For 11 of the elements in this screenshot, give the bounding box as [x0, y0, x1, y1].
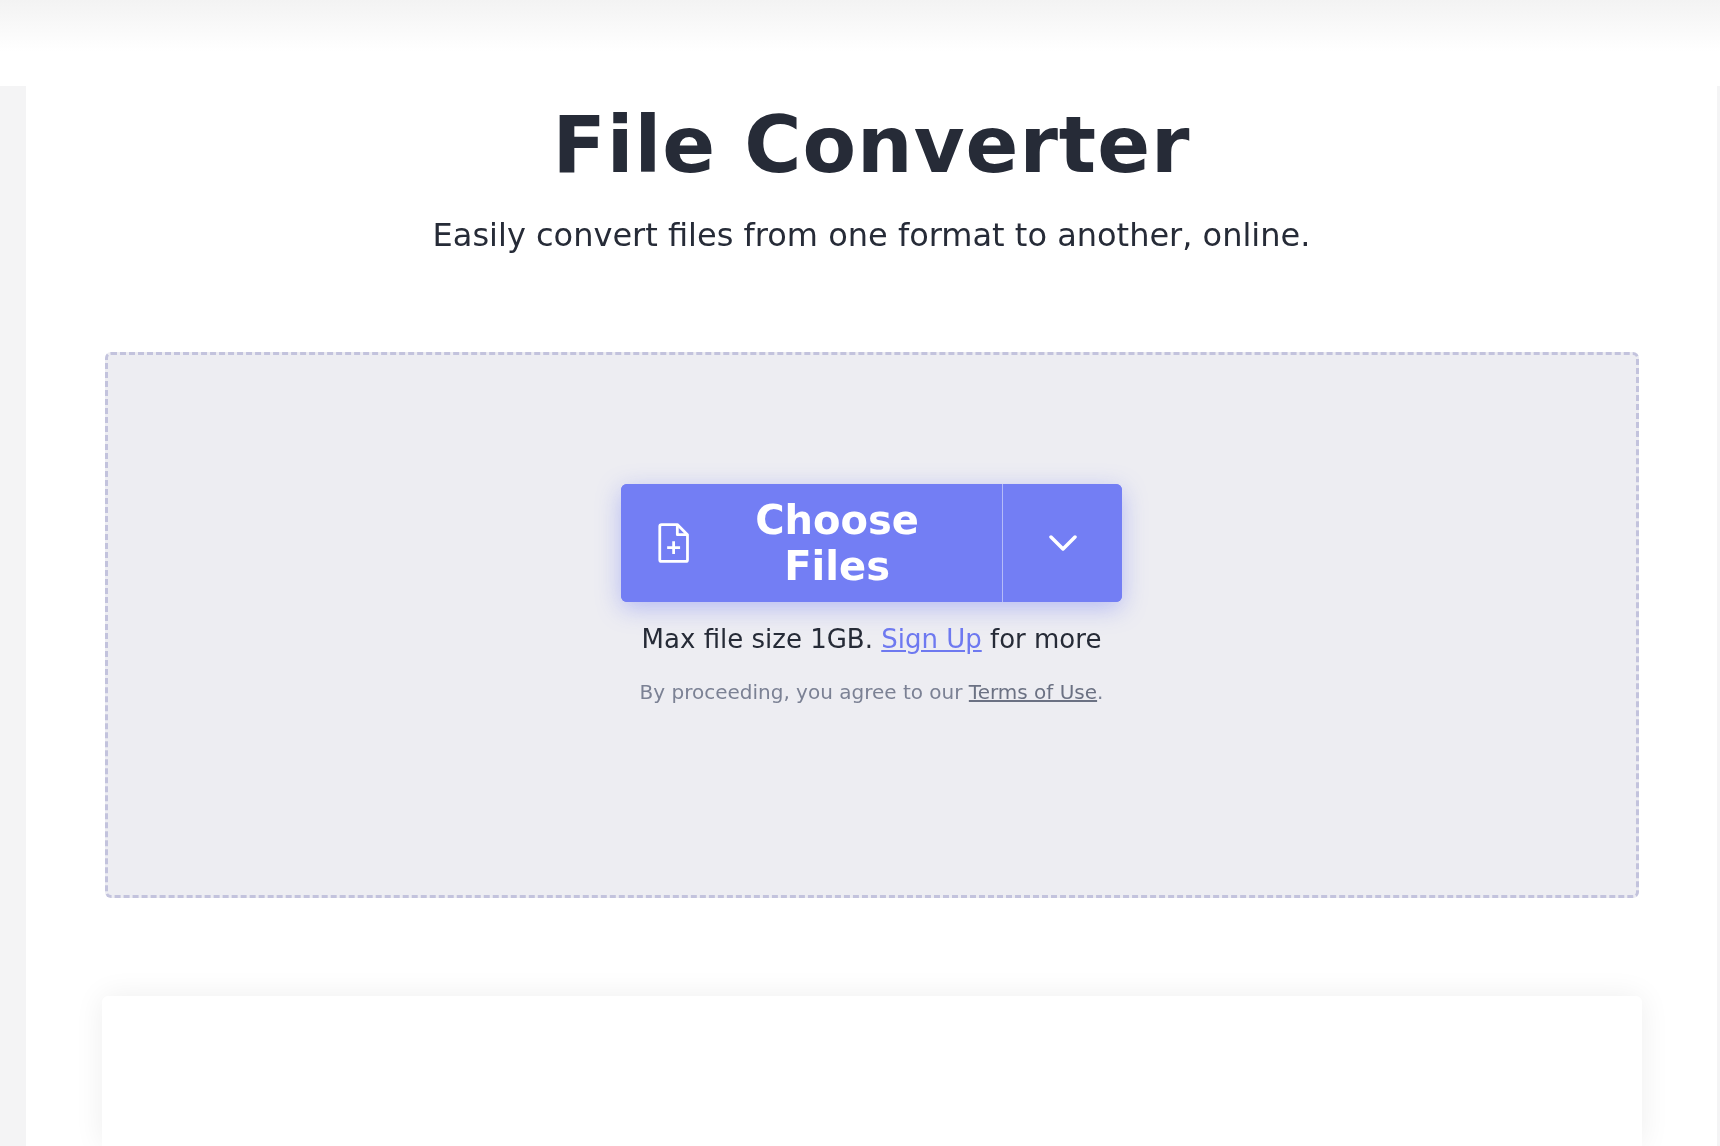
drop-zone[interactable]: Choose Files Max file size 1GB. Sign Up for more By proceeding, you agree to our Terms of Use. — [104, 352, 1639, 898]
file-add-icon — [657, 521, 691, 565]
terms-of-use-link[interactable]: Terms of Use — [968, 680, 1098, 704]
dropdown-button[interactable] — [1002, 484, 1122, 602]
page-title: File Converter — [552, 100, 1191, 190]
chevron-down-icon — [1048, 535, 1077, 551]
choose-files-button[interactable]: Choose Files — [621, 484, 1002, 602]
sign-up-link[interactable]: Sign Up — [881, 624, 982, 654]
terms-note: By proceeding, you agree to our Terms of Use. — [639, 680, 1104, 704]
page-subtitle: Easily convert files from one format to another, online. — [432, 216, 1311, 254]
file-size-note: Max file size 1GB. Sign Up for more — [641, 624, 1102, 654]
